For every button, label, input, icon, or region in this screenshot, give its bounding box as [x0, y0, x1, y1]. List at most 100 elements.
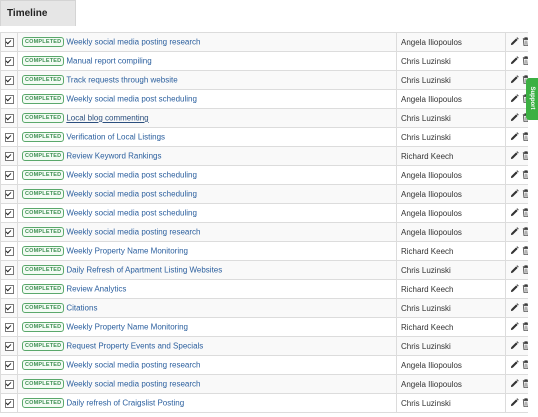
task-link[interactable]: Track requests through website: [66, 76, 177, 85]
task-link[interactable]: Request Property Events and Specials: [66, 342, 203, 351]
pencil-icon[interactable]: [510, 321, 520, 333]
row-checkbox-cell: [0, 298, 18, 318]
pencil-icon[interactable]: [510, 302, 520, 314]
pencil-icon[interactable]: [510, 55, 520, 67]
completed-checkbox[interactable]: [4, 113, 14, 123]
table-row: COMPLETED Weekly social media post schedu…: [0, 184, 528, 204]
task-link[interactable]: Review Keyword Rankings: [66, 152, 161, 161]
pencil-icon[interactable]: [510, 150, 520, 162]
completed-checkbox[interactable]: [4, 208, 14, 218]
completed-checkbox[interactable]: [4, 170, 14, 180]
tasks-table-container[interactable]: COMPLETED Weekly social media posting res…: [0, 32, 528, 417]
task-link[interactable]: Weekly social media posting research: [66, 380, 200, 389]
task-link[interactable]: Weekly Property Name Monitoring: [66, 323, 188, 332]
task-link[interactable]: Weekly social media post scheduling: [66, 95, 197, 104]
task-link[interactable]: Verification of Local Listings: [66, 133, 165, 142]
trash-icon[interactable]: [522, 226, 528, 238]
pencil-icon[interactable]: [510, 397, 520, 409]
completed-checkbox[interactable]: [4, 341, 14, 351]
completed-checkbox[interactable]: [4, 246, 14, 256]
assignee-name: Chris Luzinski: [401, 303, 451, 313]
trash-icon[interactable]: [522, 188, 528, 200]
trash-icon[interactable]: [522, 321, 528, 333]
pencil-icon[interactable]: [510, 245, 520, 257]
completed-checkbox[interactable]: [4, 303, 14, 313]
trash-icon[interactable]: [522, 150, 528, 162]
trash-icon[interactable]: [522, 55, 528, 67]
completed-checkbox[interactable]: [4, 398, 14, 408]
pencil-icon[interactable]: [510, 378, 520, 390]
assignee-cell: Angela Iliopoulos: [396, 32, 506, 52]
support-tab[interactable]: Support: [526, 78, 538, 120]
pencil-icon[interactable]: [510, 112, 520, 124]
table-row: COMPLETED Weekly social media posting res…: [0, 355, 528, 375]
pencil-icon[interactable]: [510, 226, 520, 238]
task-link[interactable]: Daily refresh of Craigslist Posting: [66, 399, 184, 408]
pencil-icon[interactable]: [510, 74, 520, 86]
trash-icon[interactable]: [522, 245, 528, 257]
pencil-icon[interactable]: [510, 131, 520, 143]
completed-checkbox[interactable]: [4, 322, 14, 332]
actions-cell: [505, 70, 528, 90]
task-link[interactable]: Weekly social media post scheduling: [66, 209, 197, 218]
actions-cell: [505, 184, 528, 204]
assignee-cell: Chris Luzinski: [396, 51, 506, 71]
trash-icon[interactable]: [522, 207, 528, 219]
trash-icon[interactable]: [522, 359, 528, 371]
pencil-icon[interactable]: [510, 36, 520, 48]
task-link[interactable]: Citations: [66, 304, 97, 313]
trash-icon[interactable]: [522, 36, 528, 48]
row-checkbox-cell: [0, 222, 18, 242]
completed-checkbox[interactable]: [4, 94, 14, 104]
trash-icon[interactable]: [522, 131, 528, 143]
completed-checkbox[interactable]: [4, 227, 14, 237]
assignee-cell: Angela Iliopoulos: [396, 222, 506, 242]
pencil-icon[interactable]: [510, 340, 520, 352]
pencil-icon[interactable]: [510, 283, 520, 295]
completed-checkbox[interactable]: [4, 75, 14, 85]
assignee-cell: Chris Luzinski: [396, 260, 506, 280]
assignee-cell: Chris Luzinski: [396, 393, 506, 413]
completed-checkbox[interactable]: [4, 189, 14, 199]
row-checkbox-cell: [0, 89, 18, 109]
row-checkbox-cell: [0, 32, 18, 52]
trash-icon[interactable]: [522, 169, 528, 181]
completed-checkbox[interactable]: [4, 284, 14, 294]
task-link[interactable]: Weekly social media post scheduling: [66, 171, 197, 180]
table-row: COMPLETED Weekly social media post schedu…: [0, 89, 528, 109]
trash-icon[interactable]: [522, 340, 528, 352]
task-link[interactable]: Weekly social media posting research: [66, 361, 200, 370]
trash-icon[interactable]: [522, 397, 528, 409]
pencil-icon[interactable]: [510, 93, 520, 105]
tab-timeline-tasks[interactable]: Timeline Tasks: [0, 0, 76, 45]
trash-icon[interactable]: [522, 302, 528, 314]
task-link[interactable]: Daily Refresh of Apartment Listing Websi…: [66, 266, 222, 275]
task-link[interactable]: Weekly Property Name Monitoring: [66, 247, 188, 256]
assignee-cell: Angela Iliopoulos: [396, 374, 506, 394]
table-row: COMPLETED Verification of Local Listings C…: [0, 127, 528, 147]
pencil-icon[interactable]: [510, 359, 520, 371]
pencil-icon[interactable]: [510, 188, 520, 200]
pencil-icon[interactable]: [510, 207, 520, 219]
task-link[interactable]: Local blog commenting: [66, 114, 148, 123]
completed-checkbox[interactable]: [4, 379, 14, 389]
trash-icon[interactable]: [522, 378, 528, 390]
task-link[interactable]: Weekly social media post scheduling: [66, 190, 197, 199]
completed-checkbox[interactable]: [4, 360, 14, 370]
pencil-icon[interactable]: [510, 169, 520, 181]
trash-icon[interactable]: [522, 283, 528, 295]
completed-checkbox[interactable]: [4, 56, 14, 66]
completed-checkbox[interactable]: [4, 37, 14, 47]
completed-checkbox[interactable]: [4, 132, 14, 142]
completed-checkbox[interactable]: [4, 265, 14, 275]
task-link[interactable]: Weekly social media posting research: [66, 38, 200, 47]
task-link[interactable]: Manual report compiling: [66, 57, 151, 66]
assignee-name: Richard Keech: [401, 284, 454, 294]
task-link[interactable]: Weekly social media posting research: [66, 228, 200, 237]
trash-icon[interactable]: [522, 264, 528, 276]
pencil-icon[interactable]: [510, 264, 520, 276]
task-link[interactable]: Review Analytics: [66, 285, 126, 294]
status-badge: COMPLETED: [22, 360, 65, 370]
completed-checkbox[interactable]: [4, 151, 14, 161]
row-checkbox-cell: [0, 146, 18, 166]
